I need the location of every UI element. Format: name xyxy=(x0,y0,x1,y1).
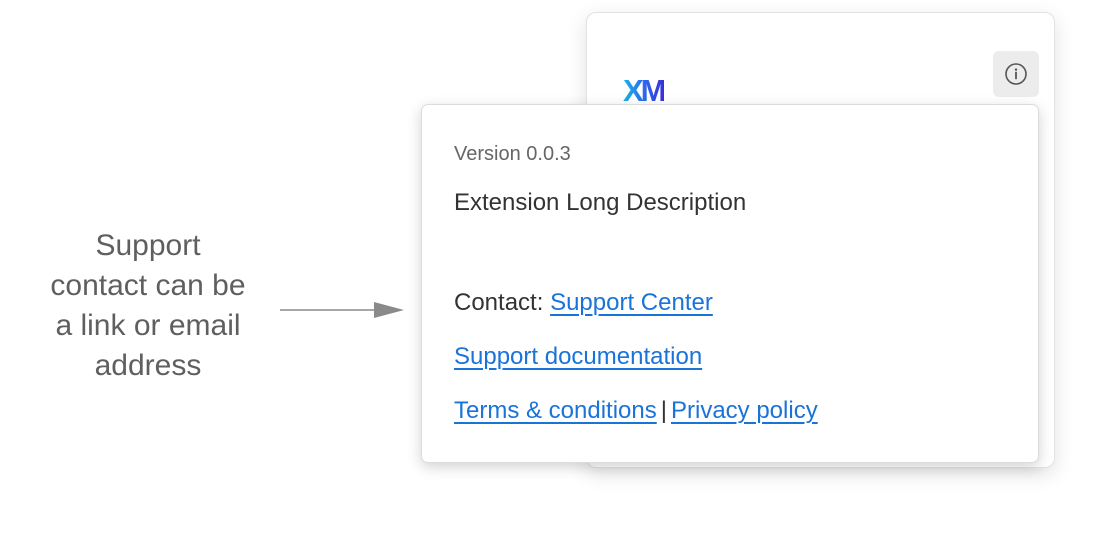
annotation-text: Support contact can be a link or email a… xyxy=(28,226,268,386)
version-text: Version 0.0.3 xyxy=(454,143,571,165)
terms-conditions-link[interactable]: Terms & conditions xyxy=(454,397,657,424)
link-separator: | xyxy=(660,397,667,424)
support-documentation-link[interactable]: Support documentation xyxy=(454,343,702,370)
support-center-link[interactable]: Support Center xyxy=(550,289,713,316)
legal-links-row: Terms & conditions | Privacy policy xyxy=(454,397,818,425)
documentation-row: Support documentation xyxy=(454,343,702,371)
privacy-policy-link[interactable]: Privacy policy xyxy=(671,397,818,424)
contact-row: Contact: Support Center xyxy=(454,289,713,317)
extension-description: Extension Long Description xyxy=(454,189,747,216)
annotation-line: contact can be xyxy=(50,269,246,302)
stage: Support contact can be a link or email a… xyxy=(0,0,1093,546)
info-icon xyxy=(1005,63,1027,85)
contact-label: Contact: xyxy=(454,289,544,316)
info-button[interactable] xyxy=(993,51,1039,97)
annotation-line: address xyxy=(94,349,202,382)
annotation-line: Support xyxy=(95,229,201,262)
annotation-line: a link or email xyxy=(55,309,241,342)
info-popover: Version 0.0.3 Extension Long Description… xyxy=(421,104,1039,463)
annotation-arrow xyxy=(280,302,404,318)
